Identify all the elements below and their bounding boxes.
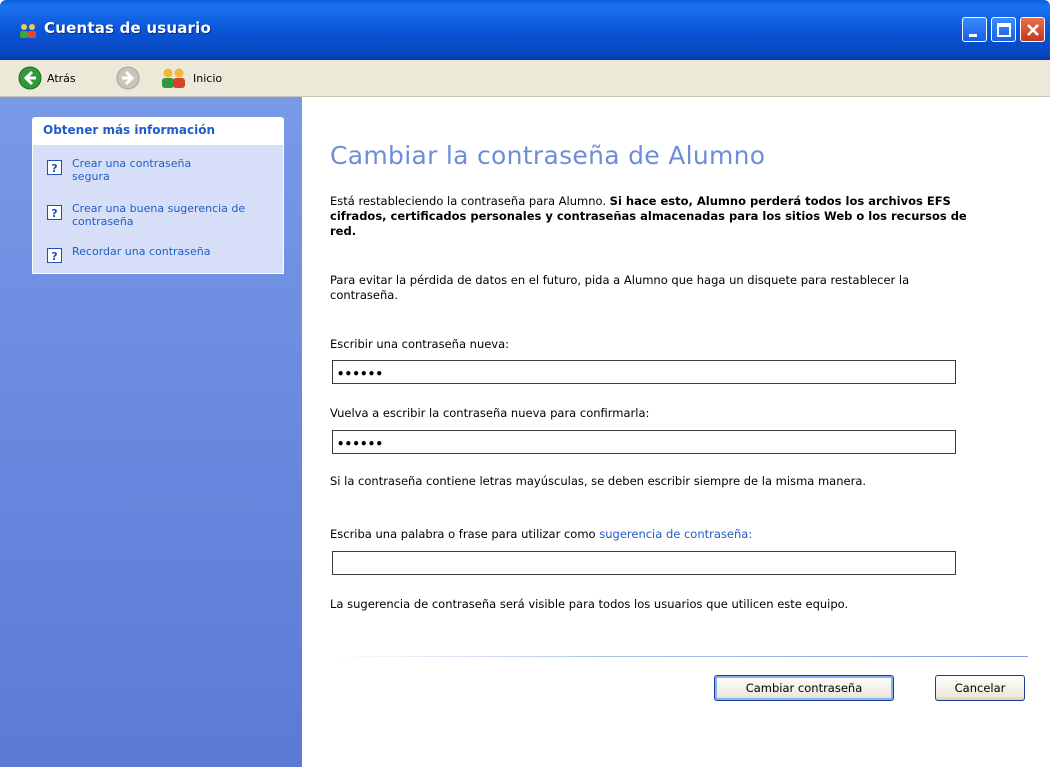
maximize-icon: [997, 23, 1011, 37]
home-button[interactable]: Inicio: [160, 65, 222, 91]
help-question-icon: ?: [47, 160, 62, 175]
title-bar: Cuentas de usuario: [0, 0, 1050, 60]
page-title: Cambiar la contraseña de Alumno: [330, 141, 766, 170]
password-hint-input[interactable]: [332, 551, 956, 575]
password-hint-link[interactable]: sugerencia de contraseña:: [599, 527, 752, 541]
svg-text:?: ?: [51, 250, 57, 263]
new-password-input[interactable]: [332, 360, 956, 384]
window-title: Cuentas de usuario: [44, 19, 211, 37]
confirm-password-label: Vuelva a escribir la contraseña nueva pa…: [330, 406, 650, 420]
change-password-button[interactable]: Cambiar contraseña: [714, 675, 894, 701]
svg-text:?: ?: [51, 162, 57, 175]
main-content: Cambiar la contraseña de Alumno Está res…: [302, 97, 1050, 767]
sidebar-link-label: Recordar una contraseña: [72, 245, 211, 258]
close-button[interactable]: [1020, 17, 1045, 42]
help-question-icon: ?: [47, 248, 62, 263]
advice-text: Para evitar la pérdida de datos en el fu…: [330, 273, 910, 302]
minimize-button[interactable]: [962, 17, 987, 42]
maximize-button[interactable]: [991, 17, 1016, 42]
sidebar-link-label: Crear una contraseña segura: [72, 157, 192, 183]
hint-label-text: Escriba una palabra o frase para utiliza…: [330, 527, 600, 541]
sidebar-link-good-hint[interactable]: ? Crear una buena sugerencia de contrase…: [47, 202, 277, 228]
hint-label: Escriba una palabra o frase para utiliza…: [330, 527, 752, 542]
case-sensitivity-note: Si la contraseña contiene letras mayúscu…: [330, 474, 867, 488]
button-divider: [330, 656, 1028, 657]
more-info-box: Obtener más información ? Crear una cont…: [32, 117, 284, 274]
user-accounts-icon: [18, 22, 38, 40]
sidebar-link-strong-password[interactable]: ? Crear una contraseña segura: [47, 157, 277, 183]
users-home-icon: [162, 68, 185, 88]
intro-warning: Está restableciendo la contraseña para A…: [330, 194, 970, 239]
back-label: Atrás: [47, 71, 76, 85]
more-info-heading: Obtener más información: [33, 118, 283, 145]
sidebar-link-label: Crear una buena sugerencia de contraseña: [72, 202, 246, 228]
minimize-icon: [969, 34, 977, 37]
forward-button[interactable]: [116, 65, 140, 91]
svg-text:?: ?: [51, 207, 57, 220]
back-arrow-icon: [18, 66, 42, 90]
close-icon: [1027, 24, 1039, 36]
new-password-label: Escribir una contraseña nueva:: [330, 337, 510, 351]
confirm-password-input[interactable]: [332, 430, 956, 454]
navigation-toolbar: Atrás Inicio: [0, 60, 1050, 97]
intro-text: Está restableciendo la contraseña para A…: [330, 194, 610, 208]
back-button[interactable]: Atrás: [18, 65, 76, 91]
sidebar-link-remember-password[interactable]: ? Recordar una contraseña: [47, 245, 282, 263]
forward-arrow-icon: [116, 66, 140, 90]
help-question-icon: ?: [47, 205, 62, 220]
task-pane: Obtener más información ? Crear una cont…: [0, 97, 302, 767]
home-label: Inicio: [193, 71, 223, 85]
cancel-button[interactable]: Cancelar: [935, 675, 1025, 701]
hint-visibility-note: La sugerencia de contraseña será visible…: [330, 597, 849, 611]
